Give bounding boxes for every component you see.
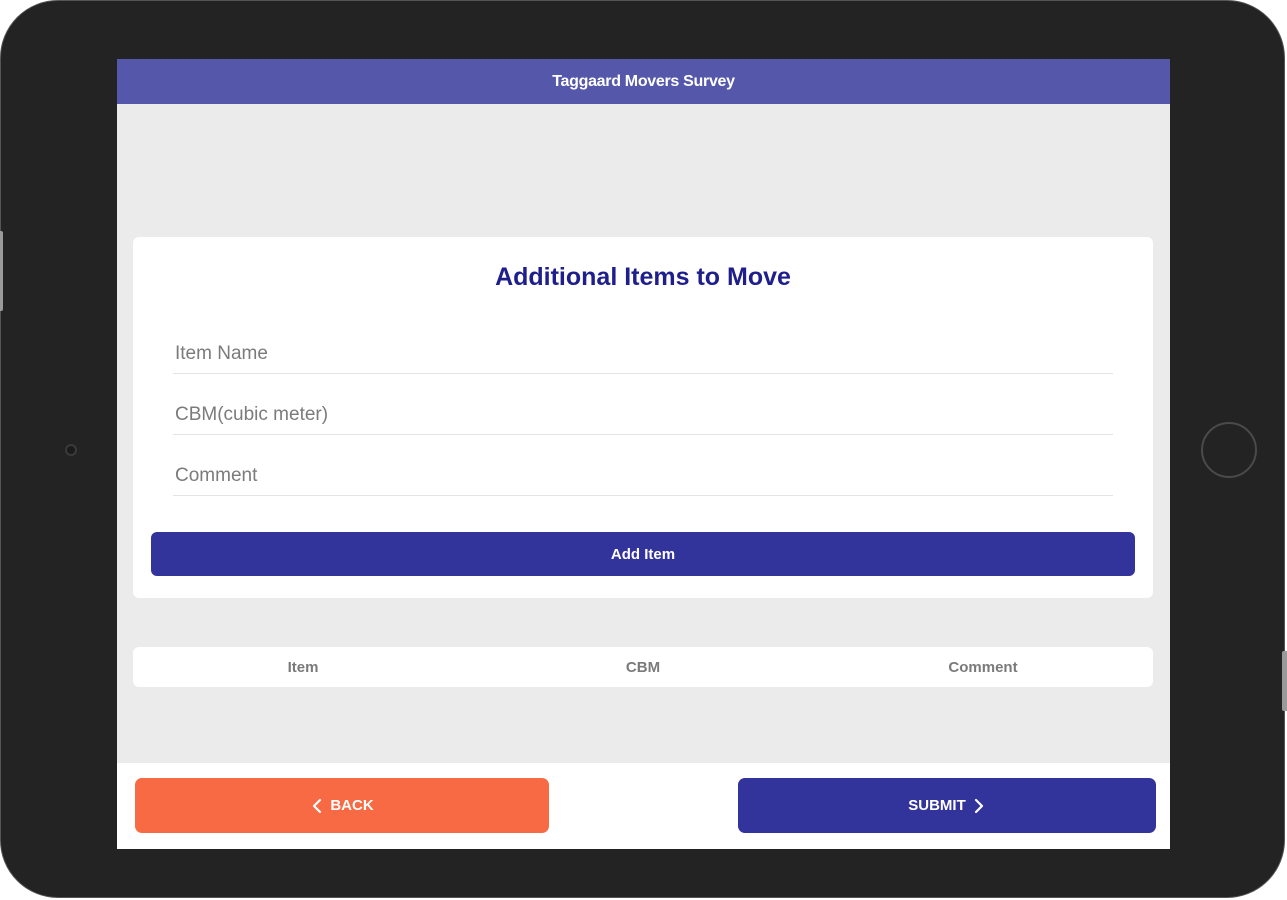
column-header-item: Item <box>287 658 319 676</box>
card-title: Additional Items to Move <box>495 263 791 291</box>
add-item-card: Additional Items to Move Add Item <box>133 237 1153 598</box>
add-item-button[interactable]: Add Item <box>151 532 1135 576</box>
submit-button-label: SUBMIT <box>908 797 966 814</box>
tablet-side-button-right <box>1282 651 1287 711</box>
footer-bar: BACK SUBMIT <box>117 763 1170 849</box>
tablet-frame: Taggaard Movers Survey Additional Items … <box>0 0 1287 898</box>
camera-icon <box>65 444 77 456</box>
chevron-left-icon <box>313 798 322 813</box>
comment-input[interactable] <box>173 456 1113 496</box>
tablet-side-button <box>0 231 3 311</box>
app-title: Taggaard Movers Survey <box>552 72 735 90</box>
chevron-right-icon <box>974 798 983 813</box>
column-header-cbm: CBM <box>625 658 661 676</box>
home-button[interactable] <box>1201 422 1257 478</box>
back-button-label: BACK <box>330 797 374 814</box>
items-table-header: Item CBM Comment <box>133 647 1153 687</box>
column-header-comment: Comment <box>948 658 1018 676</box>
submit-button[interactable]: SUBMIT <box>738 778 1156 833</box>
app-header: Taggaard Movers Survey <box>117 59 1170 104</box>
back-button[interactable]: BACK <box>135 778 549 833</box>
item-name-input[interactable] <box>173 334 1113 374</box>
cbm-input[interactable] <box>173 395 1113 435</box>
app-screen: Taggaard Movers Survey Additional Items … <box>117 59 1170 849</box>
